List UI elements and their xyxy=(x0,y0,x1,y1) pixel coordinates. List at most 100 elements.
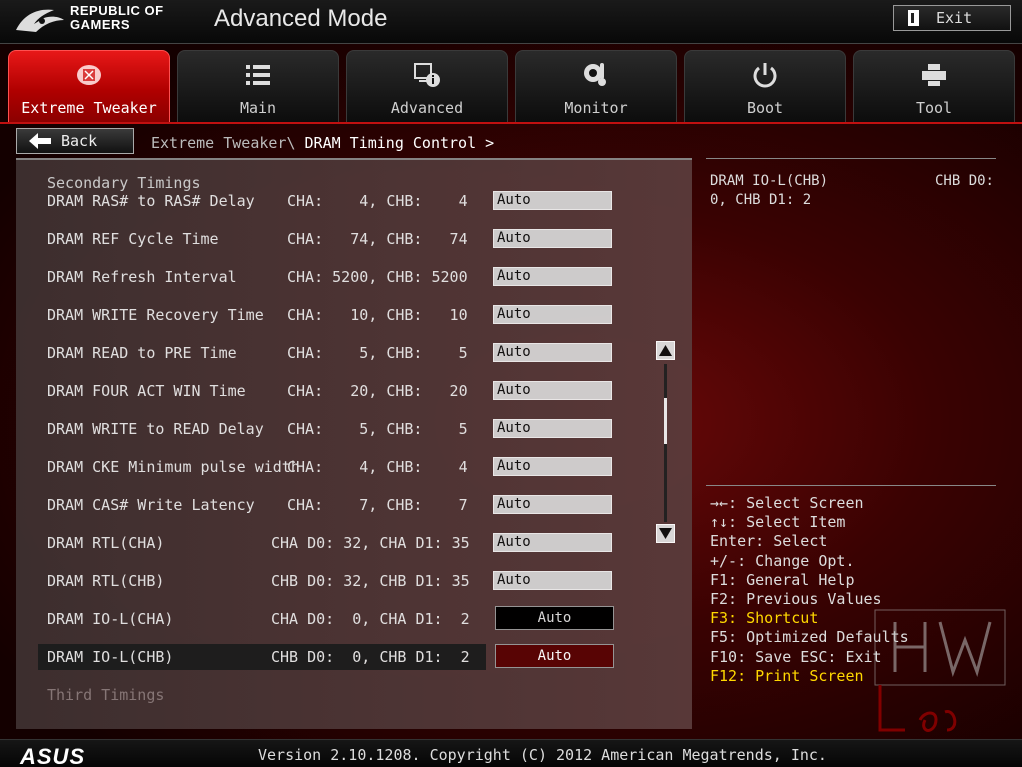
setting-row[interactable]: DRAM REF Cycle Time CHA: 74, CHB: 74 Aut… xyxy=(38,226,614,252)
tab-underline xyxy=(0,122,1022,124)
exit-button[interactable]: Exit xyxy=(893,5,1011,31)
breadcrumb-current: DRAM Timing Control > xyxy=(304,134,495,152)
top-bar: REPUBLIC OF GAMERS Advanced Mode Exit xyxy=(0,0,1022,44)
list-icon xyxy=(246,65,270,85)
back-button[interactable]: Back xyxy=(16,128,134,154)
setting-value-field[interactable]: Auto xyxy=(493,419,612,438)
tab-bar: Extreme Tweaker Main Advanced Monitor Bo… xyxy=(8,50,1015,124)
setting-row[interactable]: DRAM WRITE Recovery Time CHA: 10, CHB: 1… xyxy=(38,302,614,328)
tab-tool[interactable]: Tool xyxy=(853,50,1015,124)
setting-value-field[interactable]: Auto xyxy=(493,229,612,248)
setting-row[interactable]: DRAM CAS# Write Latency CHA: 7, CHB: 7 A… xyxy=(38,492,614,518)
setting-value-button-selected[interactable]: Auto xyxy=(495,644,614,668)
setting-value-field[interactable]: Auto xyxy=(493,191,612,210)
brand-text: REPUBLIC OF GAMERS xyxy=(70,4,164,32)
setting-value-field[interactable]: Auto xyxy=(493,381,612,400)
exit-label: Exit xyxy=(936,9,973,27)
setting-values: CHA: 7, CHB: 7 xyxy=(287,496,468,514)
setting-label: DRAM READ to PRE Time xyxy=(47,344,237,362)
breadcrumb-parent[interactable]: Extreme Tweaker\ xyxy=(151,134,296,152)
scrollbar-thumb[interactable] xyxy=(664,398,667,444)
setting-label: DRAM WRITE Recovery Time xyxy=(47,306,264,324)
tweaker-icon xyxy=(77,65,101,85)
asus-logo: ASUS xyxy=(20,744,86,767)
tab-boot[interactable]: Boot xyxy=(684,50,846,124)
setting-value-field[interactable]: Auto xyxy=(493,495,612,514)
setting-values: CHA: 20, CHB: 20 xyxy=(287,382,468,400)
tab-label: Tool xyxy=(915,99,953,117)
setting-values: CHA D0: 0, CHA D1: 2 xyxy=(271,610,470,628)
setting-label: DRAM CAS# Write Latency xyxy=(47,496,255,514)
keys-divider xyxy=(706,485,996,486)
setting-row[interactable]: DRAM CKE Minimum pulse width CHA: 4, CHB… xyxy=(38,454,614,480)
info-icon xyxy=(414,63,440,87)
key-hint: →←: Select Screen xyxy=(710,494,864,512)
settings-panel: Secondary Timings DRAM RAS# to RAS# Dela… xyxy=(16,158,692,729)
arrow-left-icon xyxy=(29,133,51,149)
brand-line1: REPUBLIC OF xyxy=(70,3,164,18)
setting-values: CHA: 4, CHB: 4 xyxy=(287,458,468,476)
setting-values: CHA: 10, CHB: 10 xyxy=(287,306,468,324)
setting-label: DRAM CKE Minimum pulse width xyxy=(47,458,300,476)
setting-label: DRAM IO-L(CHA) xyxy=(47,610,174,628)
tab-label: Extreme Tweaker xyxy=(21,99,157,117)
triangle-up-icon xyxy=(659,345,672,356)
breadcrumb: Extreme Tweaker\ DRAM Timing Control > xyxy=(151,134,494,152)
setting-row[interactable]: DRAM READ to PRE Time CHA: 5, CHB: 5 Aut… xyxy=(38,340,614,366)
setting-label: DRAM RTL(CHB) xyxy=(47,572,165,590)
setting-label: DRAM RTL(CHA) xyxy=(47,534,165,552)
tab-main[interactable]: Main xyxy=(177,50,339,124)
setting-label: DRAM IO-L(CHB) xyxy=(47,648,174,666)
power-icon xyxy=(753,63,777,88)
setting-values: CHA D0: 32, CHA D1: 35 xyxy=(271,534,470,552)
key-hint: Enter: Select xyxy=(710,532,828,551)
setting-row[interactable]: DRAM RTL(CHA) CHA D0: 32, CHA D1: 35 Aut… xyxy=(38,530,614,556)
setting-values: CHA: 4, CHB: 4 xyxy=(287,192,468,210)
key-hint: ↑↓: Select Item xyxy=(710,513,846,532)
setting-value-field[interactable]: Auto xyxy=(493,267,612,286)
setting-label: DRAM FOUR ACT WIN Time xyxy=(47,382,246,400)
setting-row[interactable]: DRAM RAS# to RAS# Delay CHA: 4, CHB: 4 A… xyxy=(38,188,614,214)
help-divider-top xyxy=(706,158,996,159)
setting-value-field[interactable]: Auto xyxy=(493,305,612,324)
section-heading-third[interactable]: Third Timings xyxy=(47,686,164,704)
tab-extreme-tweaker[interactable]: Extreme Tweaker xyxy=(8,50,170,124)
setting-row[interactable]: DRAM IO-L(CHA) CHA D0: 0, CHA D1: 2 Auto xyxy=(38,606,614,632)
key-hint: F1: General Help xyxy=(710,570,855,589)
setting-value-field[interactable]: Auto xyxy=(493,533,612,552)
back-label: Back xyxy=(61,132,98,150)
setting-value-button[interactable]: Auto xyxy=(495,606,614,630)
setting-values: CHA: 5200, CHB: 5200 xyxy=(287,268,468,286)
tab-advanced[interactable]: Advanced xyxy=(346,50,508,124)
tab-label: Main xyxy=(239,99,277,117)
key-hint: +/-: Change Opt. xyxy=(710,551,855,570)
setting-values: CHB D0: 32, CHB D1: 35 xyxy=(271,572,470,590)
setting-values: CHA: 5, CHB: 5 xyxy=(287,420,468,438)
help-right: CHB D0: xyxy=(934,173,994,189)
tab-monitor[interactable]: Monitor xyxy=(515,50,677,124)
setting-value-field[interactable]: Auto xyxy=(493,457,612,476)
setting-label: DRAM REF Cycle Time xyxy=(47,230,219,248)
setting-row[interactable]: DRAM WRITE to READ Delay CHA: 5, CHB: 5 … xyxy=(38,416,614,442)
scroll-up-button[interactable] xyxy=(656,341,675,360)
version-text: Version 2.10.1208. Copyright (C) 2012 Am… xyxy=(258,746,827,764)
setting-value-field[interactable]: Auto xyxy=(493,571,612,590)
help-description: DRAM IO-L(CHB) CHB D0: 0, CHB D1: 2 xyxy=(710,172,994,210)
setting-row[interactable]: DRAM FOUR ACT WIN Time CHA: 20, CHB: 20 … xyxy=(38,378,614,404)
setting-row[interactable]: DRAM RTL(CHB) CHB D0: 32, CHB D1: 35 Aut… xyxy=(38,568,614,594)
setting-row-selected[interactable]: DRAM IO-L(CHB) CHB D0: 0, CHB D1: 2 xyxy=(38,644,486,670)
setting-values: CHA: 5, CHB: 5 xyxy=(287,344,468,362)
setting-value-field[interactable]: Auto xyxy=(493,343,612,362)
setting-row[interactable]: DRAM Refresh Interval CHA: 5200, CHB: 52… xyxy=(38,264,614,290)
printer-icon xyxy=(922,64,946,86)
setting-label: DRAM Refresh Interval xyxy=(47,268,237,286)
tab-label: Boot xyxy=(746,99,784,117)
thermometer-icon xyxy=(584,63,606,86)
triangle-down-icon xyxy=(659,528,672,539)
setting-values: CHB D0: 0, CHB D1: 2 xyxy=(271,648,470,666)
setting-label: DRAM WRITE to READ Delay xyxy=(47,420,264,438)
scroll-down-button[interactable] xyxy=(656,524,675,543)
brand-line2: GAMERS xyxy=(70,17,131,32)
tab-label: Monitor xyxy=(564,99,628,117)
tab-label: Advanced xyxy=(390,99,464,117)
